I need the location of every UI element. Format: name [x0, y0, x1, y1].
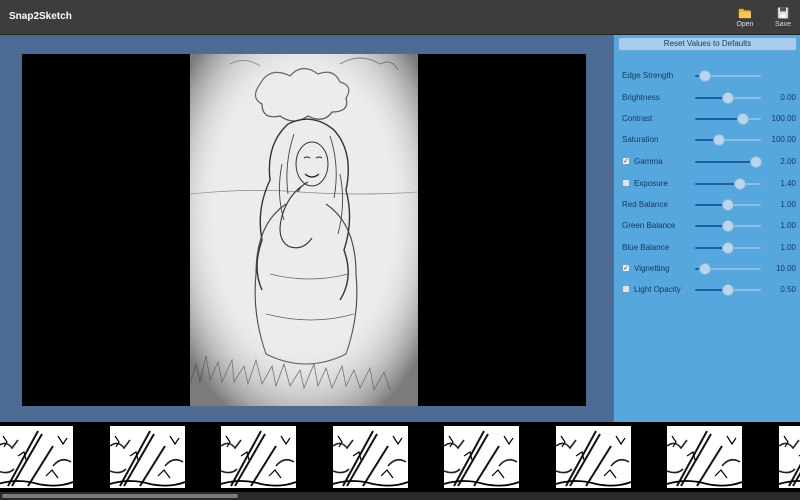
filter-thumbnail[interactable]	[667, 426, 742, 488]
gamma-checkbox[interactable]: ✓	[622, 157, 630, 165]
control-row-exposure: Exposure 1.40	[614, 177, 800, 191]
exposure-slider-knob[interactable]	[733, 178, 746, 190]
thumbnail-sketch	[778, 426, 800, 488]
filter-thumbnail[interactable]	[109, 426, 185, 488]
blue-balance-slider-knob[interactable]	[722, 242, 734, 254]
red-balance-slider-knob[interactable]	[722, 199, 734, 211]
brightness-label: Brightness	[622, 93, 660, 102]
folder-icon	[738, 8, 751, 19]
control-row-green-balance: Green Balance 1.00	[614, 219, 800, 233]
control-row-red-balance: Red Balance 1.00	[614, 198, 800, 212]
filter-thumbnail[interactable]	[444, 426, 519, 488]
filter-thumbnail[interactable]	[778, 426, 800, 488]
exposure-value: 1.40	[780, 179, 796, 188]
edge-strength-slider-knob[interactable]	[698, 70, 711, 82]
gamma-slider-fill	[695, 161, 757, 163]
exposure-checkbox[interactable]	[622, 179, 630, 187]
light-opacity-value: 0.50	[780, 285, 796, 294]
green-balance-value: 1.00	[780, 221, 796, 230]
control-row-light-opacity: Light Opacity 0.50	[614, 283, 800, 297]
thumbnail-sketch	[221, 426, 296, 488]
contrast-slider-knob[interactable]	[736, 113, 749, 125]
blue-balance-label: Blue Balance	[622, 243, 670, 252]
thumbnail-sketch	[0, 426, 73, 488]
control-row-blue-balance: Blue Balance 1.00	[614, 241, 800, 255]
contrast-slider[interactable]	[695, 113, 761, 125]
contrast-slider-fill	[695, 118, 743, 120]
image-stage	[22, 54, 586, 406]
light-opacity-slider[interactable]	[695, 284, 761, 296]
filter-thumbnail[interactable]	[332, 426, 408, 488]
contrast-value: 100.00	[771, 114, 796, 123]
thumbnail-sketch	[667, 426, 742, 488]
red-balance-slider[interactable]	[695, 199, 761, 211]
scrollbar-thumb[interactable]	[2, 494, 238, 498]
gamma-value: 2.00	[780, 157, 796, 166]
light-opacity-label: Light Opacity	[634, 285, 681, 294]
checkmark-icon: ✓	[623, 265, 629, 272]
vignetting-slider[interactable]	[695, 263, 761, 275]
exposure-slider[interactable]	[695, 178, 761, 190]
gamma-slider[interactable]	[695, 156, 763, 168]
vignetting-slider-knob[interactable]	[698, 263, 711, 275]
thumbnail-sketch	[109, 426, 185, 488]
filmstrip-scrollbar[interactable]	[0, 492, 800, 500]
sketch-preview-image[interactable]	[190, 54, 418, 406]
saturation-label: Saturation	[622, 135, 659, 144]
adjustments-panel: Reset Values to Defaults Edge Strength Br…	[613, 35, 800, 422]
saturation-slider-knob[interactable]	[712, 134, 725, 146]
save-button[interactable]: Save	[767, 5, 799, 33]
reset-defaults-button[interactable]: Reset Values to Defaults	[618, 37, 797, 51]
gamma-slider-knob[interactable]	[750, 156, 763, 168]
light-opacity-checkbox[interactable]	[622, 285, 630, 293]
red-balance-value: 1.00	[780, 200, 796, 209]
blue-balance-value: 1.00	[780, 243, 796, 252]
green-balance-slider-knob[interactable]	[722, 220, 734, 232]
thumbnail-sketch	[444, 426, 519, 488]
control-row-brightness: Brightness 0.00	[614, 91, 800, 105]
thumbnail-sketch	[332, 426, 408, 488]
filter-filmstrip	[0, 422, 800, 492]
light-opacity-slider-knob[interactable]	[722, 284, 734, 296]
brightness-slider[interactable]	[695, 92, 761, 104]
green-balance-slider[interactable]	[695, 220, 761, 232]
red-balance-label: Red Balance	[622, 200, 668, 209]
control-row-edge-strength: Edge Strength	[614, 69, 800, 83]
edge-strength-slider[interactable]	[695, 70, 761, 82]
control-row-gamma: ✓ Gamma 2.00	[614, 155, 800, 169]
canvas-area	[0, 35, 613, 422]
vignetting-value: 10.00	[775, 264, 796, 273]
thumbnail-sketch	[555, 426, 631, 488]
blue-balance-slider[interactable]	[695, 242, 761, 254]
filter-thumbnail[interactable]	[555, 426, 631, 488]
sketch-drawing	[190, 54, 418, 406]
green-balance-label: Green Balance	[622, 221, 676, 230]
exposure-label: Exposure	[634, 179, 668, 188]
filter-thumbnail[interactable]	[0, 426, 73, 488]
control-row-vignetting: ✓ Vignetting 10.00	[614, 262, 800, 276]
checkmark-icon: ✓	[623, 158, 629, 165]
control-row-saturation: Saturation 100.00	[614, 133, 800, 147]
vignetting-checkbox[interactable]: ✓	[622, 264, 630, 272]
app-title: Snap2Sketch	[9, 11, 72, 22]
control-row-contrast: Contrast 100.00	[614, 112, 800, 126]
saturation-value: 100.00	[771, 135, 796, 144]
gamma-label: Gamma	[634, 157, 663, 166]
saturation-slider[interactable]	[695, 134, 761, 146]
edge-strength-label: Edge Strength	[622, 71, 674, 80]
brightness-slider-knob[interactable]	[722, 92, 734, 104]
filter-thumbnail[interactable]	[221, 426, 296, 488]
open-button[interactable]: Open	[729, 5, 761, 33]
brightness-value: 0.00	[780, 93, 796, 102]
open-label: Open	[736, 21, 754, 28]
contrast-label: Contrast	[622, 114, 653, 123]
toolbar: Snap2Sketch Open Save	[0, 0, 800, 35]
floppy-disk-icon	[777, 7, 789, 19]
save-label: Save	[775, 21, 791, 28]
vignetting-label: Vignetting	[634, 264, 670, 273]
